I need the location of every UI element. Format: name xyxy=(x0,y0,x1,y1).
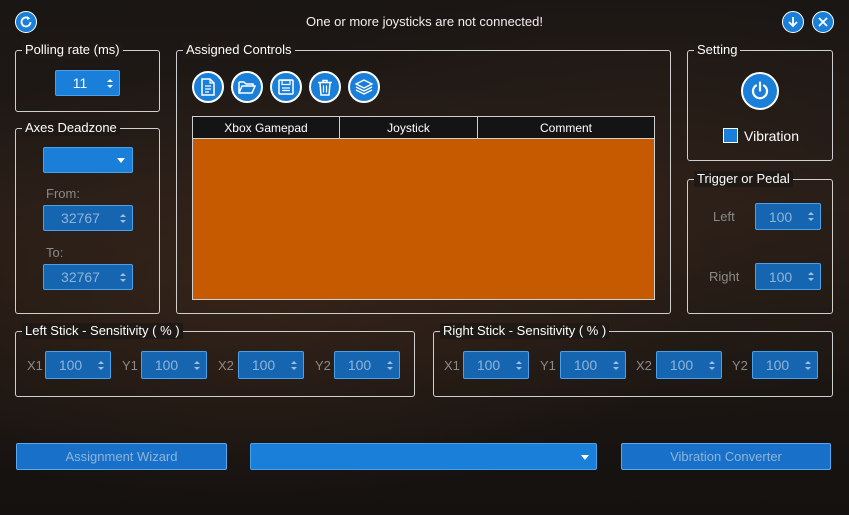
chevron-down-icon xyxy=(117,158,125,163)
layers-icon xyxy=(355,79,373,95)
deadzone-from-spinner[interactable]: 32767 xyxy=(43,205,133,231)
save-button[interactable] xyxy=(270,71,302,103)
trigger-pedal-group: Trigger or Pedal xyxy=(687,171,833,314)
column-header-comment[interactable]: Comment xyxy=(478,117,654,138)
left-y2-spinner[interactable]: 100 xyxy=(334,351,400,379)
right-x1-value: 100 xyxy=(476,357,501,373)
left-x1-value: 100 xyxy=(58,357,83,373)
column-header-joystick[interactable]: Joystick xyxy=(340,117,478,138)
spinner-arrows[interactable] xyxy=(104,78,116,88)
right-y2-spinner[interactable]: 100 xyxy=(752,351,818,379)
left-x1-spinner[interactable]: 100 xyxy=(45,351,111,379)
left-x1-label: X1 xyxy=(27,358,43,373)
trigger-right-spinner[interactable]: 100 xyxy=(755,263,821,290)
new-document-icon xyxy=(201,78,215,96)
trigger-right-value: 100 xyxy=(768,268,793,285)
deadzone-from-value: 32767 xyxy=(61,210,100,226)
close-button[interactable] xyxy=(812,11,834,33)
to-label: To: xyxy=(46,245,64,260)
polling-rate-title: Polling rate (ms) xyxy=(22,42,123,58)
trigger-left-label: Left xyxy=(713,209,735,224)
from-label: From: xyxy=(46,186,80,201)
deadzone-combo[interactable] xyxy=(43,147,133,173)
left-x2-label: X2 xyxy=(218,358,234,373)
open-folder-icon xyxy=(238,81,256,94)
right-x1-spinner[interactable]: 100 xyxy=(463,351,529,379)
delete-button[interactable] xyxy=(309,71,341,103)
right-y2-value: 100 xyxy=(765,357,790,373)
open-button[interactable] xyxy=(231,71,263,103)
setting-title: Setting xyxy=(694,42,741,58)
right-y2-label: Y2 xyxy=(732,358,748,373)
left-stick-title: Left Stick - Sensitivity ( % ) xyxy=(22,323,183,339)
right-x2-spinner[interactable]: 100 xyxy=(656,351,722,379)
right-y1-value: 100 xyxy=(573,357,598,373)
left-y1-label: Y1 xyxy=(122,358,138,373)
vibration-label: Vibration xyxy=(744,128,800,144)
assigned-controls-title: Assigned Controls xyxy=(183,42,295,58)
vibration-checkbox[interactable] xyxy=(723,128,738,143)
assigned-grid-body[interactable] xyxy=(192,139,655,300)
arrow-down-icon xyxy=(788,17,798,28)
delete-icon xyxy=(318,79,332,96)
status-message: One or more joysticks are not connected! xyxy=(305,14,543,29)
right-x1-label: X1 xyxy=(444,358,460,373)
right-y1-spinner[interactable]: 100 xyxy=(560,351,626,379)
trigger-pedal-title: Trigger or Pedal xyxy=(694,171,793,187)
axes-deadzone-title: Axes Deadzone xyxy=(22,120,120,136)
deadzone-to-spinner[interactable]: 32767 xyxy=(43,264,133,290)
right-stick-title: Right Stick - Sensitivity ( % ) xyxy=(440,323,610,339)
trigger-left-value: 100 xyxy=(768,208,793,225)
minimize-button[interactable] xyxy=(782,11,804,33)
assignment-wizard-button[interactable]: Assignment Wizard xyxy=(16,443,227,470)
new-button[interactable] xyxy=(192,71,224,103)
left-y2-label: Y2 xyxy=(315,358,331,373)
power-button[interactable] xyxy=(741,72,779,110)
close-icon xyxy=(818,17,828,27)
trigger-right-label: Right xyxy=(709,269,740,284)
left-y2-value: 100 xyxy=(347,357,372,373)
polling-rate-spinner[interactable]: 11 xyxy=(55,70,120,96)
trigger-left-spinner[interactable]: 100 xyxy=(755,203,821,230)
deadzone-to-value: 32767 xyxy=(61,269,100,285)
left-y1-spinner[interactable]: 100 xyxy=(141,351,207,379)
left-y1-value: 100 xyxy=(154,357,179,373)
assigned-grid-header: Xbox Gamepad Joystick Comment xyxy=(192,116,655,139)
power-icon xyxy=(751,81,769,100)
layers-button[interactable] xyxy=(348,71,380,103)
left-x2-spinner[interactable]: 100 xyxy=(238,351,304,379)
save-icon xyxy=(278,79,294,95)
right-x2-value: 100 xyxy=(669,357,694,373)
vibration-converter-button[interactable]: Vibration Converter xyxy=(621,443,831,470)
profile-combo[interactable] xyxy=(250,443,597,470)
right-x2-label: X2 xyxy=(636,358,652,373)
left-x2-value: 100 xyxy=(251,357,276,373)
right-y1-label: Y1 xyxy=(540,358,556,373)
chevron-down-icon xyxy=(581,454,589,460)
polling-rate-value: 11 xyxy=(72,75,88,91)
column-header-xbox[interactable]: Xbox Gamepad xyxy=(193,117,340,138)
